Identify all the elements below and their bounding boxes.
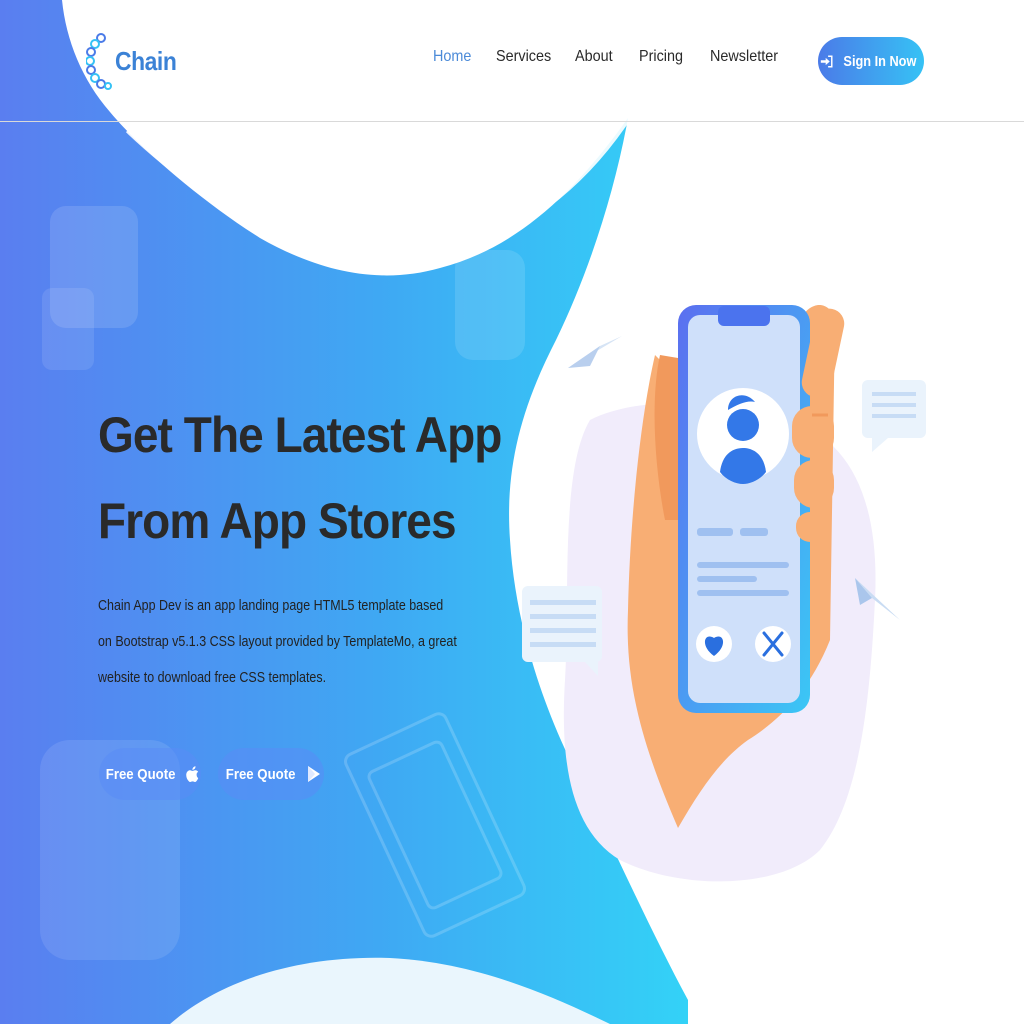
hero-title-line-2: From App Stores bbox=[98, 493, 457, 549]
nav-pricing[interactable]: Pricing bbox=[639, 48, 683, 66]
nav-home[interactable]: Home bbox=[433, 48, 471, 66]
nav-services[interactable]: Services bbox=[496, 48, 551, 66]
sign-in-icon bbox=[820, 54, 833, 68]
brand-logo[interactable]: Chain bbox=[86, 32, 185, 90]
nav-about[interactable]: About bbox=[575, 48, 613, 66]
nav-newsletter[interactable]: Newsletter bbox=[710, 48, 778, 66]
site-header: Chain Home Services About Pricing Newsle… bbox=[0, 0, 1024, 122]
brand-name: Chain bbox=[115, 45, 177, 76]
hero-title-line-1: Get The Latest App bbox=[98, 407, 502, 463]
apple-icon bbox=[186, 766, 199, 782]
play-icon bbox=[307, 766, 320, 782]
hero-title: Get The Latest App From App Stores bbox=[98, 392, 502, 564]
sign-in-button[interactable]: Sign In Now bbox=[818, 37, 924, 85]
free-quote-apple-button[interactable]: Free Quote bbox=[99, 748, 201, 800]
free-quote-label: Free Quote bbox=[226, 765, 296, 783]
hero-description: Chain App Dev is an app landing page HTM… bbox=[98, 598, 457, 686]
free-quote-label: Free Quote bbox=[105, 765, 176, 783]
free-quote-play-button[interactable]: Free Quote bbox=[218, 748, 324, 800]
chain-logo-icon bbox=[86, 33, 112, 90]
sign-in-label: Sign In Now bbox=[843, 52, 916, 70]
phone-illustration bbox=[522, 305, 926, 882]
